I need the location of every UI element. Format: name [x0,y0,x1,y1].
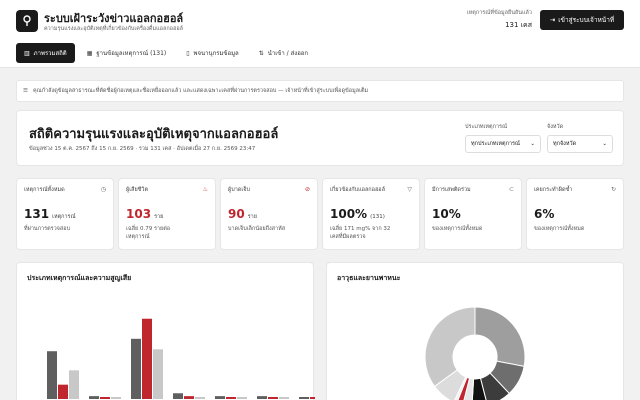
bar-mark[interactable] [89,396,99,399]
bar-mark[interactable] [257,396,267,399]
bar-mark[interactable] [58,384,68,399]
kpi-label: เคยกระทำผิดซ้ำ [534,187,573,193]
event-type-select-value: ทุกประเภทเหตุการณ์ [471,141,521,147]
event-type-bar-chart [47,318,315,399]
kpi-note: ของเหตุการณ์ทั้งหมด [432,226,483,232]
kpi-note: บาดเจ็บเล็กน้อยถึงสาหัส [228,226,286,232]
tab-import-export[interactable]: ⇅ นำเข้า / ส่งออก [251,43,316,63]
glass-icon: ▽ [407,186,412,193]
notice-text: คุณกำลังดูข้อมูลสาธารณะที่ตัดชื่อผู้ก่อเ… [32,88,369,94]
province-filter-label: จังหวัด [547,124,564,130]
kpi-label: มีการเสพติดร่วม [432,187,471,193]
kpi-value: 10% [432,207,461,221]
bar-mark[interactable] [173,393,183,399]
kpi-card-total-events: เหตุการณ์ทั้งหมด ◷ 131 เหตุการณ์ ที่ผ่านก… [16,178,114,250]
bar-mark[interactable] [310,397,315,399]
database-icon: ☰ [23,88,28,94]
kpi-cards: เหตุการณ์ทั้งหมด ◷ 131 เหตุการณ์ ที่ผ่านก… [16,178,624,250]
kpi-unit: ราย [154,214,164,220]
bar-mark[interactable] [279,397,289,399]
bar-chart-icon: ▥ [24,49,30,57]
donut-slice[interactable] [424,306,476,388]
tab-label: พจนานุกรมข้อมูล [193,50,239,57]
tab-label: ภาพรวมสถิติ [33,50,67,57]
kpi-label: เกี่ยวข้องกับแอลกอฮอล์ [330,187,385,193]
page-title: สถิติความรุนแรงและอุบัติเหตุจากแอลกอฮอล์ [29,127,279,142]
donut-slice[interactable] [474,306,526,367]
app-subtitle: ความรุนแรงและอุบัติเหตุที่เกี่ยวข้องกับเ… [44,26,183,32]
kpi-label: เหตุการณ์ทั้งหมด [24,187,65,193]
event-type-chart-panel: ประเภทเหตุการณ์และความสูญเสีย [16,262,315,400]
clock-icon: ◷ [100,186,106,193]
kpi-unit: (131) [370,214,385,220]
bar-mark[interactable] [47,351,57,399]
app-header: ระบบเฝ้าระวังข่าวแอลกอฮอล์ ความรุนแรงและ… [0,0,640,68]
stats-summary-panel: สถิติความรุนแรงและอุบัติเหตุจากแอลกอฮอล์… [16,110,624,166]
kpi-value: 6% [534,207,555,221]
table-icon: ▦ [86,49,93,57]
province-select[interactable]: ทุกจังหวัด ⌄ [547,135,613,153]
bar-mark[interactable] [184,396,194,399]
kpi-value: 103 [126,207,152,221]
bar-mark[interactable] [131,338,141,399]
flame-icon: ♨ [202,186,208,193]
bar-mark[interactable] [226,397,236,399]
event-type-select[interactable]: ทุกประเภทเหตุการณ์ ⌄ [465,135,541,153]
tab-database[interactable]: ▦ ฐานข้อมูลเหตุการณ์ (131) [79,43,175,63]
bar-mark[interactable] [299,397,309,399]
kpi-value: 131 [24,207,50,221]
verified-count-value: 131 เคส [505,21,532,29]
map-pin-icon [16,10,38,32]
bar-mark[interactable] [142,318,152,399]
data-range-meta: ข้อมูลช่วง 15 ต.ค. 2567 ถึง 15 ก.ย. 2569… [29,146,256,152]
chevron-down-icon: ⌄ [530,141,535,147]
kpi-card-deaths: ผู้เสียชีวิต ♨ 103 ราย เฉลี่ย 0.79 รายต่อ… [118,178,216,250]
bar-mark[interactable] [100,397,110,399]
book-icon: ▯ [186,49,190,57]
bar-mark[interactable] [215,396,225,399]
tab-label: นำเข้า / ส่งออก [267,50,309,57]
kpi-note: เฉลี่ย 0.79 รายต่อ เหตุการณ์ [126,226,171,240]
repeat-icon: ↻ [610,186,616,193]
bar-mark[interactable] [237,397,247,399]
kpi-unit: เหตุการณ์ [52,214,76,220]
kpi-card-alcohol-related: เกี่ยวข้องกับแอลกอฮอล์ ▽ 100% (131) เฉลี่… [322,178,420,250]
weapons-vehicles-donut-chart [424,306,526,400]
tab-dictionary[interactable]: ▯ พจนานุกรมข้อมูล [178,43,247,63]
weapons-vehicles-chart-panel: อาวุธและยานพาหนะ [326,262,624,400]
login-icon: ⇥ [549,16,556,24]
kpi-card-injured: ผู้บาดเจ็บ ⊘ 90 ราย บาดเจ็บเล็กน้อยถึงสาห… [220,178,318,250]
alert-icon: ⊘ [304,186,310,193]
bar-mark[interactable] [195,397,205,399]
staff-login-button[interactable]: ⇥ เข้าสู่ระบบเจ้าหน้าที่ [540,10,624,30]
kpi-unit: ราย [247,214,257,220]
event-type-filter-label: ประเภทเหตุการณ์ [465,124,508,130]
kpi-note: ที่ผ่านการตรวจสอบ [24,226,71,232]
import-export-icon: ⇅ [258,49,264,57]
bar-mark[interactable] [153,349,163,399]
main-tabs: ▥ ภาพรวมสถิติ ▦ ฐานข้อมูลเหตุการณ์ (131)… [16,43,316,63]
public-data-notice: ☰ คุณกำลังดูข้อมูลสาธารณะที่ตัดชื่อผู้ก่… [16,80,624,102]
tab-label: ฐานข้อมูลเหตุการณ์ (131) [96,50,167,57]
kpi-value: 100% [330,207,368,221]
staff-login-label: เข้าสู่ระบบเจ้าหน้าที่ [558,16,615,24]
chevron-down-icon: ⌄ [602,141,607,147]
verified-count-label: เหตุการณ์ที่ข้อมูลยืนยันแล้ว [466,10,532,16]
kpi-card-repeat-offender: เคยกระทำผิดซ้ำ ↻ 6% ของเหตุการณ์ทั้งหมด [526,178,624,250]
tab-overview[interactable]: ▥ ภาพรวมสถิติ [16,43,75,63]
province-select-value: ทุกจังหวัด [553,141,577,147]
kpi-note: ของเหตุการณ์ทั้งหมด [534,226,585,232]
kpi-label: ผู้เสียชีวิต [126,187,149,193]
kpi-note: เฉลี่ย 171 mg% จาก 32 เคสที่มีผลตรวจ [330,226,391,240]
link-icon: ⊂ [508,186,514,193]
kpi-label: ผู้บาดเจ็บ [228,187,250,193]
kpi-card-co-addiction: มีการเสพติดร่วม ⊂ 10% ของเหตุการณ์ทั้งหม… [424,178,522,250]
kpi-value: 90 [228,207,245,221]
bar-mark[interactable] [268,397,278,399]
bar-mark[interactable] [111,397,121,399]
bar-mark[interactable] [69,370,79,399]
